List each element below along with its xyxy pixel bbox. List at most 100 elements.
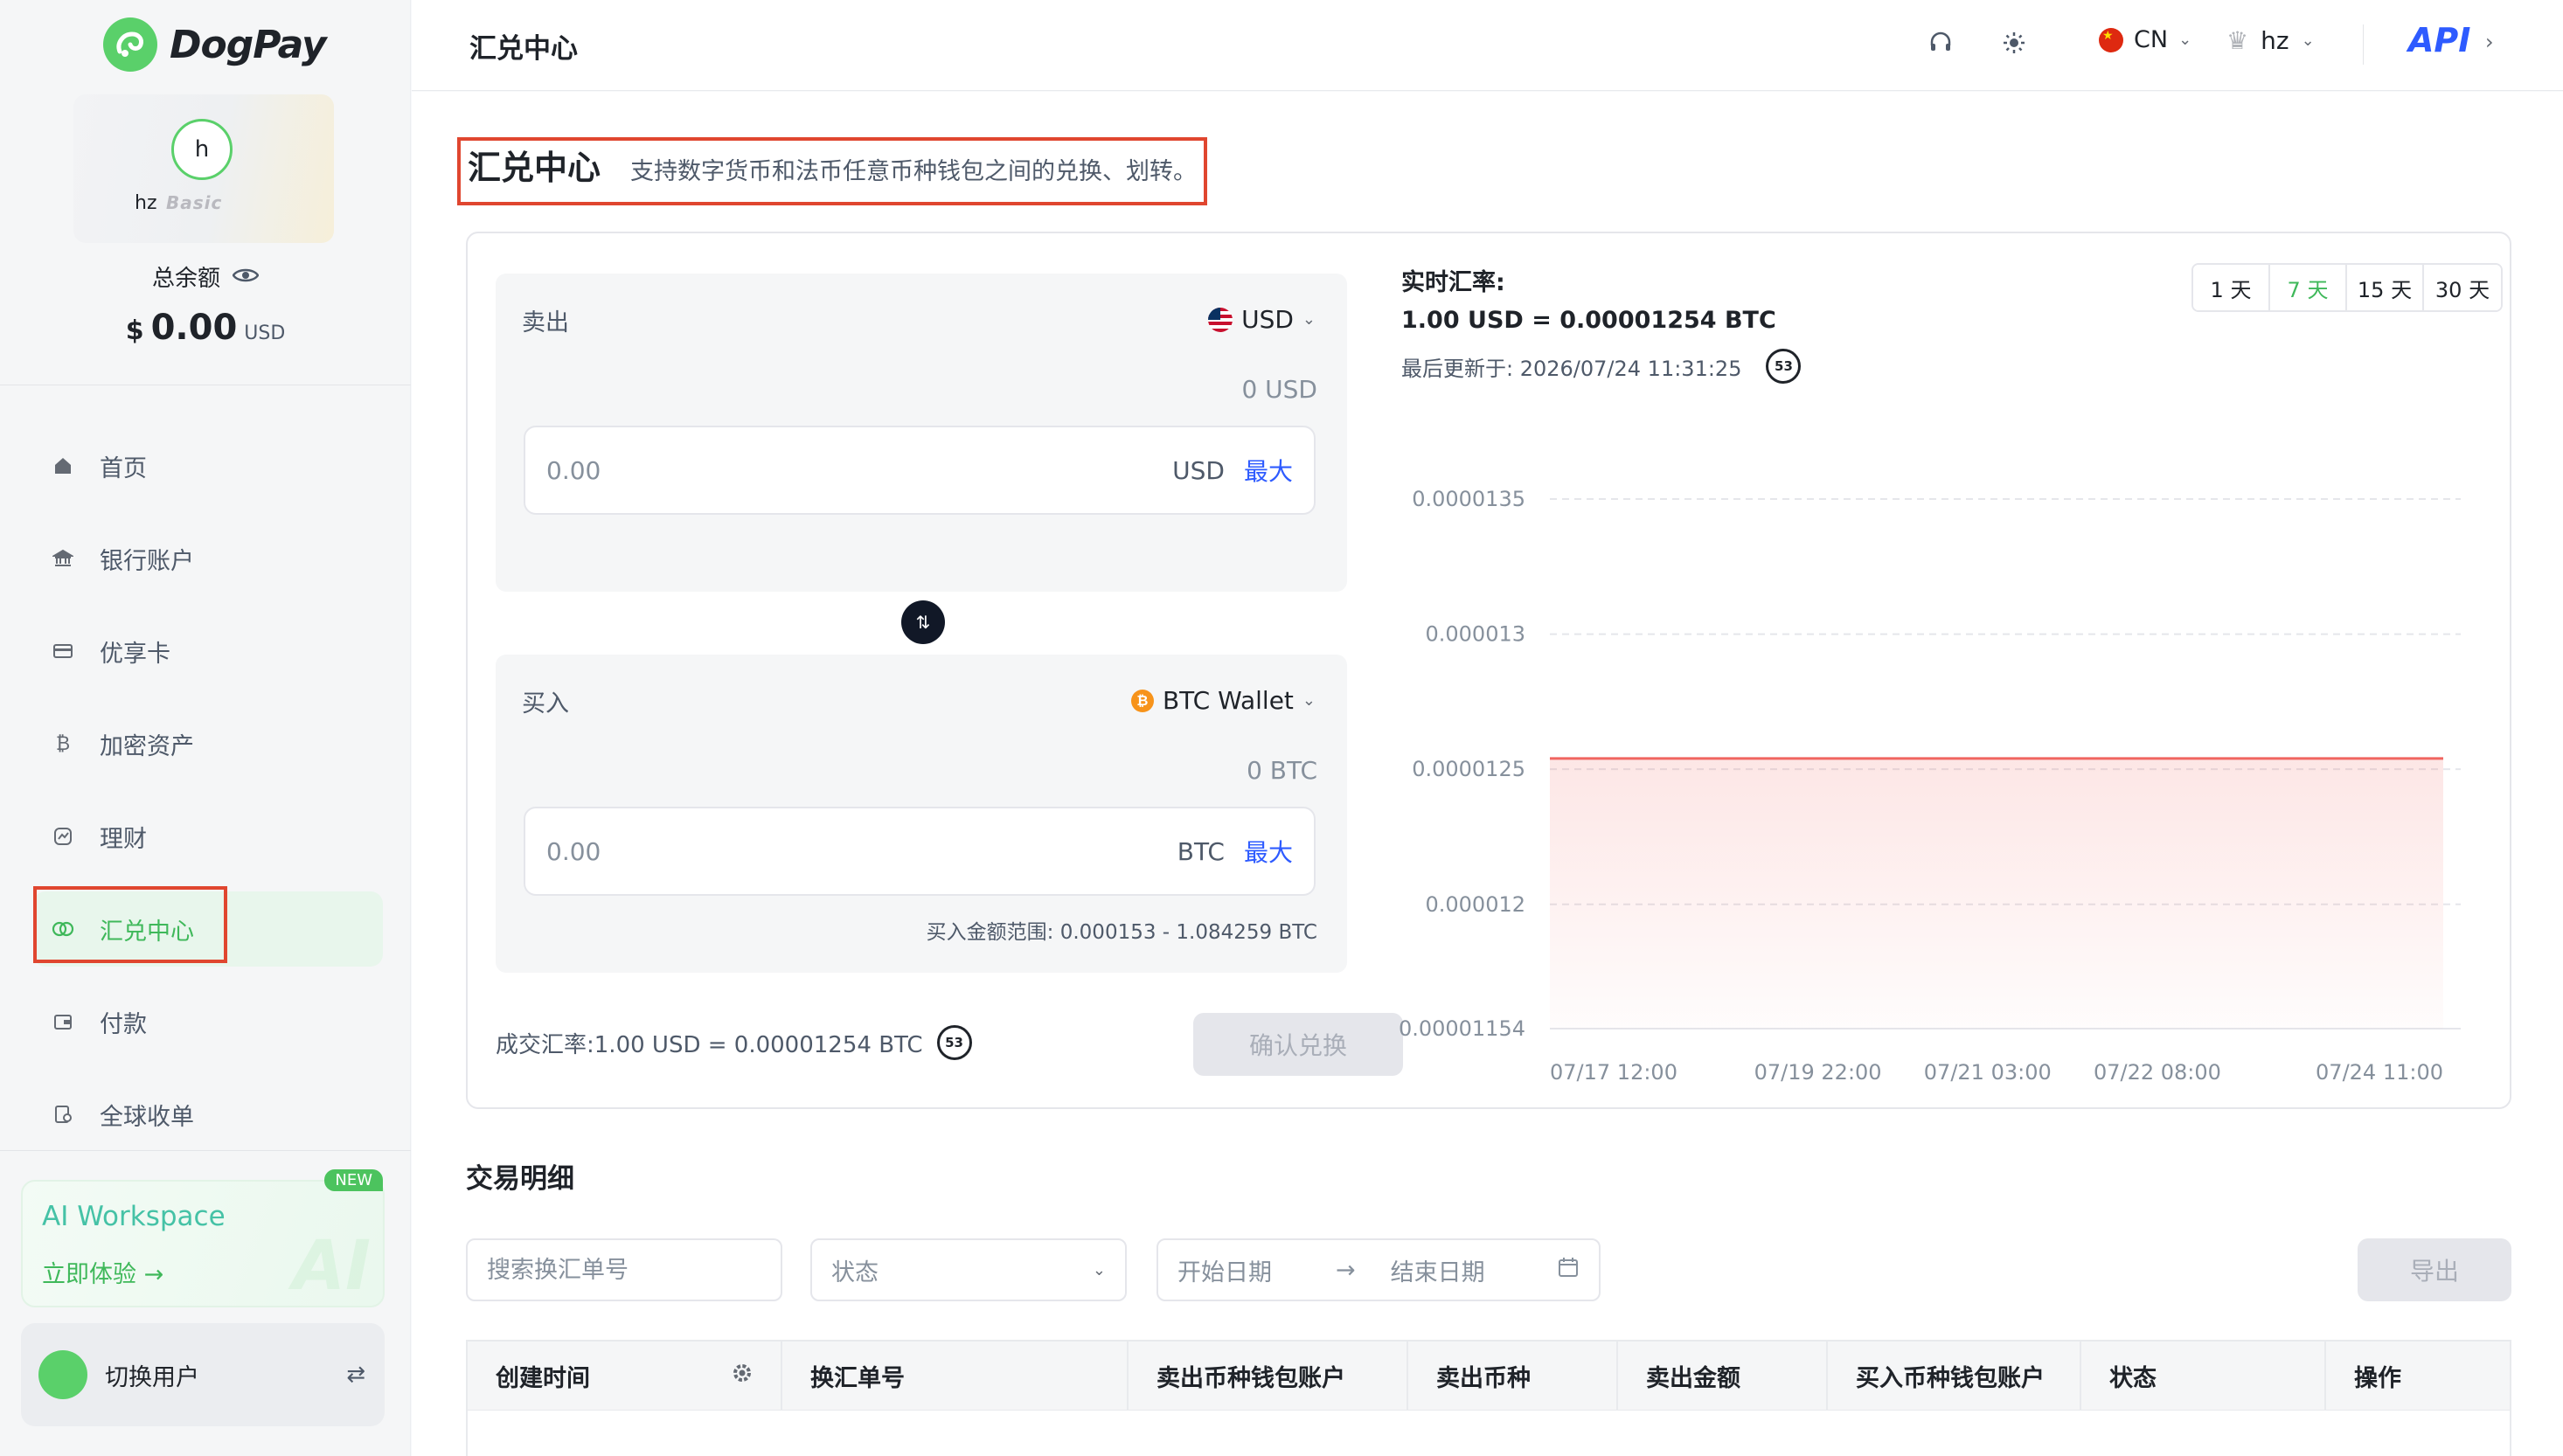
swap-arrows-icon: ⇅	[915, 612, 931, 633]
switch-user-button[interactable]: 切换用户 ⇄	[21, 1323, 385, 1426]
sell-currency-select[interactable]: USD ⌄	[1208, 305, 1316, 334]
rate-area	[1550, 758, 2443, 1029]
topbar-divider	[2363, 24, 2364, 65]
ai-watermark: AI	[292, 1227, 371, 1306]
confirm-exchange-button[interactable]: 确认兑换	[1193, 1013, 1403, 1076]
buy-max-button[interactable]: 最大	[1244, 834, 1293, 869]
status-placeholder: 状态	[831, 1258, 879, 1286]
app-logo[interactable]: DogPay	[103, 17, 327, 72]
column-sell-currency: 卖出币种	[1408, 1342, 1618, 1410]
avatar: h	[171, 119, 233, 180]
x-tick-label: 07/19 22:00	[1754, 1060, 1882, 1085]
sidebar-item-payment[interactable]: 付款	[33, 984, 383, 1059]
buy-balance: 0 BTC	[1247, 756, 1317, 785]
date-range-picker[interactable]: 开始日期 → 结束日期	[1156, 1238, 1601, 1301]
headset-icon[interactable]	[1927, 30, 1954, 63]
column-order-no: 换汇单号	[782, 1342, 1129, 1410]
buy-amount-input[interactable]	[546, 836, 1177, 866]
bitcoin-icon: ₿	[55, 733, 71, 755]
transactions-table-body	[466, 1410, 2511, 1456]
tab-7-days[interactable]: 7 天	[2270, 265, 2347, 310]
realtime-rate-value: 1.00 USD = 0.00001254 BTC	[1401, 307, 1776, 334]
chevron-down-icon: ⌄	[1302, 691, 1316, 710]
sell-amount-input[interactable]	[546, 455, 1173, 485]
language-label: CN	[2134, 26, 2169, 53]
last-updated-row: 最后更新于: 2026/07/24 11:31:25 53	[1401, 349, 1802, 384]
swap-icon: ⇄	[346, 1362, 365, 1388]
new-badge: NEW	[324, 1169, 383, 1191]
sell-currency: USD	[1241, 305, 1294, 334]
top-bar: 汇兑中心 CN ⌄ ♛ hz ⌄ API ›	[412, 0, 2563, 91]
buy-amount-range: 买入金额范围: 0.000153 - 1.084259 BTC	[926, 921, 1317, 944]
realtime-rate-label: 实时汇率:	[1401, 269, 1505, 296]
balance-amount: 0.00	[150, 308, 238, 348]
try-now-link[interactable]: 立即体验 →	[42, 1255, 163, 1289]
topbar-title: 汇兑中心	[469, 33, 578, 65]
sidebar-item-label: 全球收单	[100, 1103, 194, 1131]
sell-max-button[interactable]: 最大	[1244, 453, 1293, 488]
order-search-input[interactable]	[487, 1256, 761, 1284]
tab-15-days[interactable]: 15 天	[2347, 265, 2424, 310]
wallet-icon	[51, 1009, 75, 1034]
order-search-field	[466, 1238, 782, 1301]
theme-sun-icon[interactable]	[2001, 30, 2027, 63]
sidebar-item-card[interactable]: 优享卡	[33, 614, 383, 689]
arrow-right-icon: →	[1335, 1256, 1356, 1284]
transactions-title: 交易明细	[466, 1163, 574, 1195]
x-tick-label: 07/24 11:00	[2316, 1060, 2443, 1085]
chevron-right-icon[interactable]: ›	[2485, 30, 2494, 54]
deal-rate-row: 成交汇率:1.00 USD = 0.00001254 BTC 53	[496, 1025, 972, 1060]
y-tick-label: 0.00001154	[1399, 1016, 1525, 1041]
countdown-badge: 53	[1766, 349, 1802, 384]
api-link[interactable]: API	[2408, 21, 2470, 59]
sidebar-item-bank[interactable]: 银行账户	[33, 521, 383, 596]
user-menu[interactable]: ♛ hz ⌄	[2226, 26, 2315, 55]
start-date-placeholder: 开始日期	[1177, 1258, 1272, 1286]
switch-user-label: 切换用户	[105, 1363, 199, 1391]
export-button[interactable]: 导出	[2358, 1238, 2511, 1301]
sidebar-item-crypto[interactable]: ₿ 加密资产	[33, 706, 383, 781]
ai-workspace-card[interactable]: AI NEW AI Workspace 立即体验 →	[21, 1169, 385, 1307]
countdown-badge: 53	[936, 1025, 972, 1060]
x-tick-label: 07/22 08:00	[2094, 1060, 2221, 1085]
sidebar-item-acquiring[interactable]: 全球收单	[33, 1077, 383, 1152]
profile-card[interactable]: h hz Basic	[73, 94, 334, 243]
sidebar-item-finance[interactable]: 理财	[33, 799, 383, 874]
sidebar-item-label: 理财	[100, 825, 147, 853]
sell-amount-field: USD 最大	[524, 426, 1316, 515]
end-date-placeholder: 结束日期	[1390, 1258, 1485, 1286]
column-status: 状态	[2081, 1342, 2326, 1410]
calendar-icon	[1557, 1256, 1580, 1285]
gear-icon[interactable]	[730, 1361, 754, 1391]
home-icon	[51, 454, 75, 478]
highlight-box	[457, 137, 1207, 205]
acquiring-icon	[51, 1102, 75, 1127]
bank-icon	[51, 546, 75, 571]
app-name: DogPay	[170, 22, 327, 67]
language-selector[interactable]: CN ⌄	[2099, 26, 2191, 53]
y-tick-label: 0.0000135	[1412, 487, 1525, 511]
y-tick-label: 0.000012	[1425, 892, 1525, 917]
buy-amount-field: BTC 最大	[524, 807, 1316, 896]
swap-direction-button[interactable]: ⇅	[901, 600, 945, 644]
crown-icon: ♛	[2226, 26, 2249, 55]
dog-logo-icon	[103, 17, 157, 72]
balance-value: $ 0.00 USD	[0, 308, 411, 348]
tab-1-day[interactable]: 1 天	[2193, 265, 2270, 310]
buy-currency-select[interactable]: ₿ BTC Wallet ⌄	[1130, 686, 1316, 715]
user-name: hz	[2261, 26, 2289, 55]
sell-balance: 0 USD	[1241, 375, 1317, 404]
status-select[interactable]: 状态 ⌄	[810, 1238, 1127, 1301]
sell-label: 卖出	[522, 309, 569, 336]
tab-30-days[interactable]: 30 天	[2424, 265, 2501, 310]
eye-icon[interactable]	[232, 264, 260, 290]
buy-currency: BTC Wallet	[1162, 686, 1294, 715]
column-action: 操作	[2354, 1364, 2401, 1392]
y-tick-label: 0.0000125	[1412, 757, 1525, 781]
chevron-down-icon: ⌄	[1092, 1260, 1106, 1279]
last-updated: 最后更新于: 2026/07/24 11:31:25	[1401, 356, 1742, 381]
vip-level-badge: Basic	[166, 192, 223, 213]
sidebar-item-label: 付款	[100, 1010, 147, 1038]
sidebar-item-home[interactable]: 首页	[33, 428, 383, 503]
highlight-box	[33, 886, 227, 963]
